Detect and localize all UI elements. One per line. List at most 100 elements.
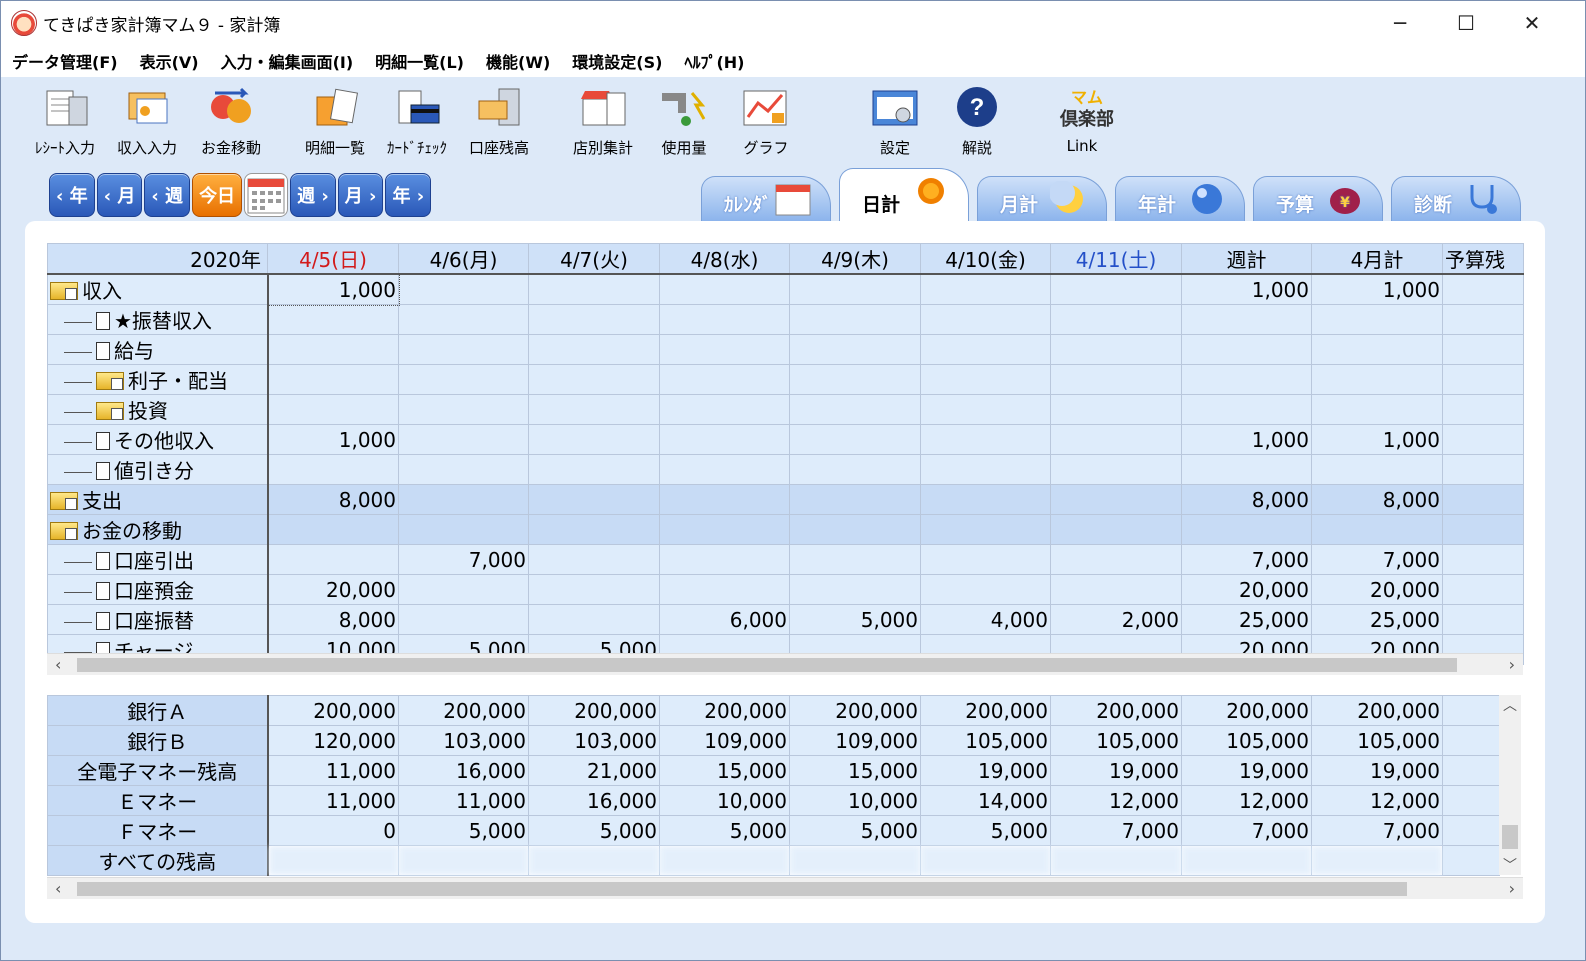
scroll-down-arrow-icon[interactable]: ﹀ [1499, 855, 1521, 875]
scroll-left-arrow-icon[interactable]: ‹ [55, 879, 61, 898]
menu-list[interactable]: 明細一覧(L) [364, 49, 475, 73]
amount-cell[interactable] [920, 364, 1051, 395]
amount-cell[interactable] [659, 454, 790, 485]
amount-cell[interactable] [398, 304, 529, 335]
amount-cell[interactable]: 8,000 [1311, 484, 1443, 515]
amount-cell[interactable] [1442, 514, 1524, 545]
amount-cell[interactable] [789, 394, 921, 425]
month-next-button[interactable]: 月 › [337, 173, 384, 217]
amount-cell[interactable]: 1,000 [1181, 424, 1312, 455]
column-header[interactable]: 週計 [1181, 243, 1312, 275]
menu-function[interactable]: 機能(W) [475, 49, 561, 73]
amount-cell[interactable] [398, 273, 529, 305]
amount-cell[interactable] [398, 424, 529, 455]
vertical-scrollbar[interactable]: ︿ ﹀ [1499, 695, 1521, 875]
close-button[interactable]: ✕ [1499, 1, 1565, 45]
settings-button[interactable]: 設定 [865, 83, 925, 163]
horizontal-scrollbar-bottom[interactable]: ‹ › [47, 877, 1523, 899]
month-prev-button[interactable]: ‹ 月 [96, 173, 143, 217]
amount-cell[interactable] [789, 454, 921, 485]
scroll-right-arrow-icon[interactable]: › [1509, 879, 1515, 898]
amount-cell[interactable] [398, 334, 529, 365]
amount-cell[interactable] [398, 394, 529, 425]
column-header[interactable]: 4月計 [1311, 243, 1443, 275]
category-label-cell[interactable]: 口座引出 [47, 544, 269, 575]
amount-cell[interactable] [398, 514, 529, 545]
tab-monthly[interactable]: 月計 [977, 176, 1107, 221]
amount-cell[interactable] [1311, 364, 1443, 395]
amount-cell[interactable] [659, 574, 790, 605]
amount-cell[interactable] [1442, 364, 1524, 395]
amount-cell[interactable] [1181, 454, 1312, 485]
amount-cell[interactable] [1050, 364, 1182, 395]
amount-cell[interactable]: 7,000 [1311, 544, 1443, 575]
amount-cell[interactable]: 1,000 [1311, 424, 1443, 455]
amount-cell[interactable] [528, 304, 660, 335]
tab-budget[interactable]: 予算 ¥ [1253, 176, 1383, 221]
amount-cell[interactable] [1442, 454, 1524, 485]
amount-cell[interactable] [1442, 604, 1524, 635]
amount-cell[interactable] [1442, 574, 1524, 605]
amount-cell[interactable]: 20,000 [267, 574, 399, 605]
amount-cell[interactable] [267, 454, 399, 485]
amount-cell[interactable] [528, 334, 660, 365]
account-name[interactable]: すべての残高 [47, 845, 269, 876]
column-header[interactable]: 4/5(日) [267, 243, 399, 275]
amount-cell[interactable] [789, 574, 921, 605]
amount-cell[interactable] [1050, 544, 1182, 575]
amount-cell[interactable] [659, 273, 790, 305]
scroll-thumb[interactable] [77, 658, 1457, 672]
tab-yearly[interactable]: 年計 [1115, 176, 1245, 221]
amount-cell[interactable] [528, 394, 660, 425]
money-transfer-button[interactable]: お金移動 [191, 83, 271, 163]
amount-cell[interactable] [789, 514, 921, 545]
scroll-left-arrow-icon[interactable]: ‹ [55, 655, 61, 674]
column-header[interactable]: 4/6(月) [398, 243, 529, 275]
amount-cell[interactable] [659, 514, 790, 545]
amount-cell[interactable] [528, 364, 660, 395]
amount-cell[interactable]: 2,000 [1050, 604, 1182, 635]
amount-cell[interactable] [920, 544, 1051, 575]
graph-button[interactable]: グラフ [735, 83, 797, 163]
amount-cell[interactable]: 7,000 [1181, 544, 1312, 575]
amount-cell[interactable] [1442, 394, 1524, 425]
category-label-cell[interactable]: 投資 [47, 394, 269, 425]
receipt-input-button[interactable]: ﾚｼｰﾄ入力 [25, 83, 105, 163]
amount-cell[interactable] [789, 544, 921, 575]
year-next-button[interactable]: 年 › [385, 173, 432, 217]
account-balance-button[interactable]: 口座残高 [461, 83, 537, 163]
menu-settings[interactable]: 環境設定(S) [561, 49, 673, 73]
week-prev-button[interactable]: ‹ 週 [144, 173, 191, 217]
scroll-up-arrow-icon[interactable]: ︿ [1499, 695, 1521, 715]
amount-cell[interactable] [1181, 394, 1312, 425]
column-header[interactable]: 4/10(金) [920, 243, 1051, 275]
income-input-button[interactable]: 収入入力 [109, 83, 185, 163]
amount-cell[interactable] [267, 304, 399, 335]
amount-cell[interactable]: 5,000 [789, 604, 921, 635]
amount-cell[interactable] [659, 424, 790, 455]
week-next-button[interactable]: 週 › [290, 173, 336, 217]
amount-cell[interactable] [1311, 454, 1443, 485]
horizontal-scrollbar[interactable]: ‹ › [47, 653, 1523, 675]
amount-cell[interactable] [1311, 304, 1443, 335]
account-name[interactable]: 銀行Ｂ [47, 725, 269, 756]
amount-cell[interactable]: 25,000 [1181, 604, 1312, 635]
amount-cell[interactable] [528, 424, 660, 455]
amount-cell[interactable] [1181, 304, 1312, 335]
amount-cell[interactable] [659, 394, 790, 425]
category-label-cell[interactable]: 値引き分 [47, 454, 269, 485]
account-name[interactable]: Ｅマネー [47, 785, 269, 816]
amount-cell[interactable]: 7,000 [398, 544, 529, 575]
store-summary-button[interactable]: 店別集計 [563, 83, 643, 163]
amount-cell[interactable] [1311, 514, 1443, 545]
today-button[interactable]: 今日 [192, 173, 243, 217]
column-header[interactable]: 4/7(火) [528, 243, 660, 275]
amount-cell[interactable]: 25,000 [1311, 604, 1443, 635]
amount-cell[interactable] [528, 484, 660, 515]
amount-cell[interactable] [659, 544, 790, 575]
amount-cell[interactable] [920, 514, 1051, 545]
amount-cell[interactable] [920, 273, 1051, 305]
amount-cell[interactable] [267, 364, 399, 395]
amount-cell[interactable] [659, 304, 790, 335]
amount-cell[interactable] [1050, 304, 1182, 335]
